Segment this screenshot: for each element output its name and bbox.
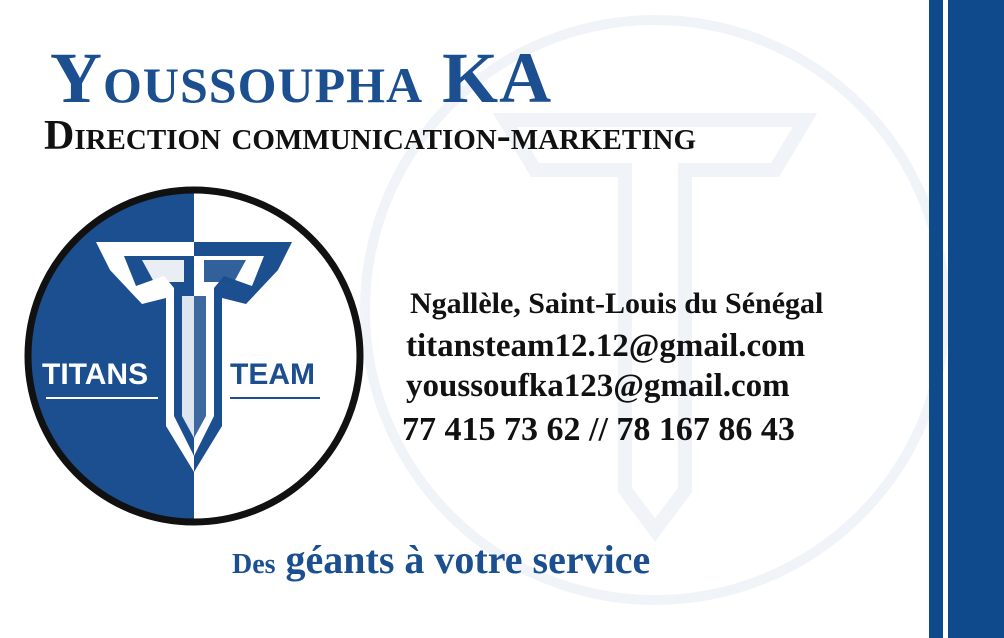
- address-text: Ngallèle, Saint-Louis du Sénégal: [410, 287, 824, 320]
- phone-numbers[interactable]: 77 415 73 62 // 78 167 86 43: [402, 409, 795, 451]
- logo-left-text: TITANS: [42, 358, 148, 391]
- logo-right-text: TEAM: [230, 358, 315, 391]
- slogan-rest: géants à votre service: [275, 537, 651, 582]
- slogan-initial: Des: [232, 549, 276, 580]
- business-card: Youssoupha KA Direction communication-ma…: [0, 0, 1004, 638]
- side-bar-thick: [948, 0, 1004, 638]
- email-2[interactable]: youssoufka123@gmail.com: [406, 366, 790, 406]
- email-1[interactable]: titansteam12.12@gmail.com: [406, 326, 805, 366]
- slogan: Des géants à votre service: [232, 535, 650, 590]
- titans-team-logo: TITANS TEAM: [24, 186, 364, 526]
- side-bar-thin: [929, 0, 943, 638]
- person-name: Youssoupha KA: [50, 38, 553, 118]
- person-role: Direction communication-marketing: [44, 113, 697, 159]
